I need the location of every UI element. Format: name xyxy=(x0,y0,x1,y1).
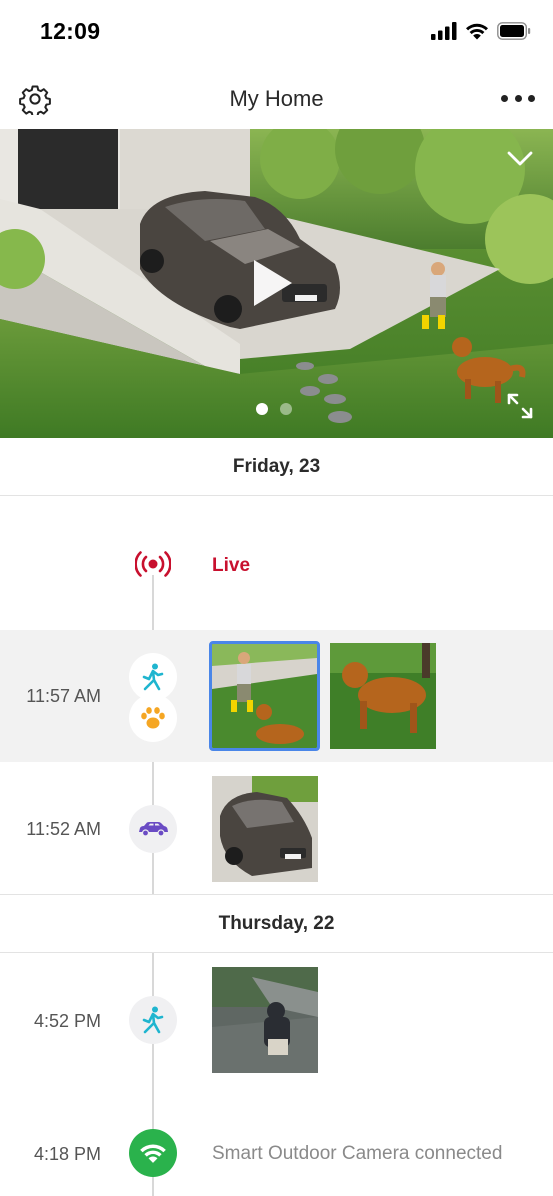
event-description: Smart Outdoor Camera connected xyxy=(212,1143,503,1164)
live-event-row[interactable] xyxy=(0,535,553,595)
connection-event-badge xyxy=(129,1129,177,1177)
status-time: 12:09 xyxy=(40,18,101,44)
event-time: 11:57 AM xyxy=(26,686,101,706)
day-header-friday: Friday, 23 xyxy=(0,438,553,496)
car-icon xyxy=(139,822,168,837)
event-thumbnail-selected[interactable] xyxy=(209,641,320,751)
day-header-thursday: Thursday, 22 xyxy=(0,895,553,953)
live-broadcast-icon xyxy=(135,551,171,577)
person-motion-icon xyxy=(142,663,164,691)
event-thumbnail[interactable] xyxy=(330,643,436,749)
event-time: 11:52 AM xyxy=(26,819,101,839)
more-dot-icon xyxy=(528,94,535,102)
battery-icon xyxy=(497,22,531,40)
live-label[interactable]: Live xyxy=(212,555,250,577)
chevron-down-icon[interactable] xyxy=(507,150,533,168)
fullscreen-expand-icon[interactable] xyxy=(506,392,534,420)
vehicle-event-badge xyxy=(129,805,177,853)
pet-paw-icon xyxy=(141,707,165,729)
event-row[interactable]: 11:52 AM xyxy=(0,762,553,895)
wifi-icon xyxy=(140,1144,166,1163)
cellular-signal-icon xyxy=(431,22,457,40)
pet-event-badge xyxy=(129,694,177,742)
person-snapshot xyxy=(212,967,318,1073)
event-time: 4:52 PM xyxy=(33,1011,101,1031)
car-snapshot xyxy=(212,776,318,882)
play-icon[interactable] xyxy=(250,258,294,308)
event-thumbnail[interactable] xyxy=(212,967,318,1073)
camera-preview[interactable] xyxy=(0,129,553,438)
nav-bar: My Home xyxy=(0,66,553,130)
motion-event-badge xyxy=(129,996,177,1044)
page-dot[interactable] xyxy=(280,403,292,415)
event-time: 4:18 PM xyxy=(33,1144,101,1164)
more-dot-icon xyxy=(501,94,508,102)
dog-snapshot xyxy=(330,643,436,749)
child-and-dog-snapshot xyxy=(212,644,317,748)
page-title: My Home xyxy=(229,86,324,111)
wifi-status-icon xyxy=(466,23,488,40)
page-dot-active[interactable] xyxy=(256,403,268,415)
status-bar: 12:09 xyxy=(0,0,553,66)
event-row[interactable]: 4:52 PM xyxy=(0,954,553,1087)
person-motion-icon xyxy=(142,1006,164,1034)
more-options-button[interactable] xyxy=(501,91,535,105)
more-dot-icon xyxy=(514,94,522,102)
event-row[interactable]: 4:18 PM xyxy=(0,1087,553,1196)
status-icons xyxy=(431,22,531,40)
page-indicator[interactable] xyxy=(256,403,292,415)
event-thumbnail[interactable] xyxy=(212,776,318,882)
event-row[interactable]: 11:57 AM xyxy=(0,630,553,762)
